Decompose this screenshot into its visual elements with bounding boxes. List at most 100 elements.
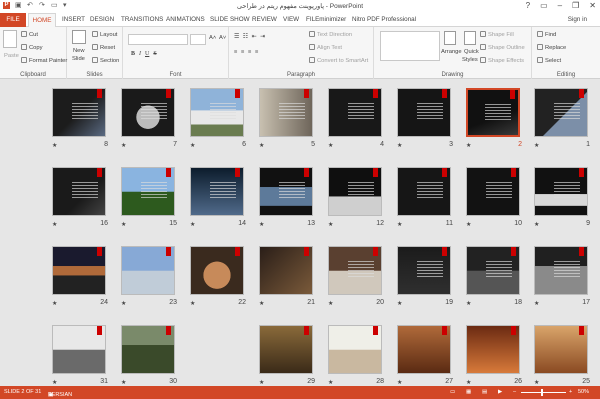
slide-sorter[interactable]: 1 ★ 2 ★ 3 ★ 4 ★ 5 ★ 6 ★ 7 ★ 8 ★ 9 ★ 10 ★ 11 ★ 12 ★ 13 ★ 14 ★ 15 ★ 16 ★ 1… (0, 80, 600, 386)
tab-animations[interactable]: ANIMATIONS (166, 16, 205, 23)
slide-thumbnail-14[interactable] (190, 167, 244, 216)
replace-button[interactable]: Replace (537, 44, 566, 51)
tab-file[interactable]: FILE (0, 13, 26, 27)
tab-view[interactable]: VIEW (283, 16, 299, 23)
select-button[interactable]: Select (537, 57, 561, 64)
zoom-in-button[interactable]: + (569, 389, 572, 395)
new-slide-icon[interactable] (72, 30, 86, 44)
tab-slideshow[interactable]: SLIDE SHOW (210, 16, 250, 23)
zoom-out-button[interactable]: – (513, 389, 516, 395)
ribbon: Paste Cut Copy Format Painter Clipboard … (0, 27, 600, 79)
slide-thumbnail-22[interactable] (190, 246, 244, 295)
slide-thumbnail-24[interactable] (52, 246, 106, 295)
slide-animation-star-icon: ★ (121, 380, 127, 386)
zoom-slider-handle[interactable] (541, 389, 543, 396)
slide-thumbnail-23[interactable] (121, 246, 175, 295)
find-button[interactable]: Find (537, 31, 556, 38)
normal-view-icon[interactable]: ▭ (450, 389, 455, 395)
slide-thumbnail-9[interactable] (534, 167, 588, 216)
shape-effects-button[interactable]: Shape Effects (480, 57, 524, 64)
grow-font-icon[interactable]: A˄ (209, 35, 216, 41)
zoom-slider-track[interactable] (521, 392, 566, 393)
slide-thumbnail-13[interactable] (259, 167, 313, 216)
tab-fileminimizer[interactable]: FILEminimizer (306, 16, 346, 23)
slide-thumbnail-5[interactable] (259, 88, 313, 137)
tab-nitro-pdf[interactable]: Nitro PDF Professional (352, 16, 416, 23)
new-slide-label[interactable]: New (73, 48, 85, 54)
slide-thumbnail-12[interactable] (328, 167, 382, 216)
tab-review[interactable]: REVIEW (252, 16, 277, 23)
slide-thumbnail-30[interactable] (121, 325, 175, 374)
slide-thumbnail-4[interactable] (328, 88, 382, 137)
tab-home[interactable]: HOME (28, 13, 56, 27)
slide-thumbnail-29[interactable] (259, 325, 313, 374)
slide-thumbnail-27[interactable] (397, 325, 451, 374)
tab-transitions[interactable]: TRANSITIONS (121, 16, 163, 23)
slide-thumbnail-26[interactable] (466, 325, 520, 374)
slide-thumbnail-17[interactable] (534, 246, 588, 295)
slide-thumbnail-21[interactable] (259, 246, 313, 295)
ribbon-display-icon[interactable]: ▭ (540, 1, 548, 10)
text-direction-icon (309, 31, 315, 37)
tab-design[interactable]: DESIGN (90, 16, 114, 23)
align-buttons-icon[interactable]: ≡ ≡ ≡ ≡ (234, 49, 259, 55)
sign-in-link[interactable]: Sign in (568, 16, 587, 23)
section-button[interactable]: Section (92, 57, 119, 64)
restore-button[interactable]: ❐ (572, 1, 579, 10)
reading-view-icon[interactable]: ▤ (482, 389, 487, 395)
slideshow-view-icon[interactable]: ▶ (498, 389, 502, 395)
slide-thumbnail-3[interactable] (397, 88, 451, 137)
italic-button[interactable]: I (139, 51, 141, 57)
font-name-input[interactable] (128, 34, 188, 45)
slide-thumbnail-11[interactable] (397, 167, 451, 216)
format-painter-button[interactable]: Format Painter (21, 57, 67, 64)
slide-thumbnail-20[interactable] (328, 246, 382, 295)
font-size-input[interactable] (190, 34, 206, 45)
slide-thumbnail-18[interactable] (466, 246, 520, 295)
paste-button[interactable]: Paste (4, 53, 19, 59)
minimize-button[interactable]: – (558, 1, 562, 10)
help-button[interactable]: ? (526, 1, 530, 10)
underline-button[interactable]: U (145, 51, 149, 57)
quick-styles-button-2[interactable]: Styles (462, 57, 478, 63)
slide-thumbnail-15[interactable] (121, 167, 175, 216)
paragraph-group: ☰ ☷ ⇤ ⇥ ≡ ≡ ≡ ≡ Text Direction Align Tex… (229, 27, 374, 79)
slide-thumbnail-2[interactable] (466, 88, 520, 137)
shapes-gallery[interactable] (380, 31, 440, 61)
slide-thumbnail-8[interactable] (52, 88, 106, 137)
scissors-icon (21, 31, 27, 37)
arrange-button[interactable]: Arrange (441, 49, 462, 55)
slide-thumbnail-28[interactable] (328, 325, 382, 374)
convert-smartart-button[interactable]: Convert to SmartArt (309, 57, 368, 64)
paste-icon[interactable] (3, 30, 17, 48)
tab-insert[interactable]: INSERT (62, 16, 85, 23)
strikethrough-button[interactable]: S (153, 51, 156, 57)
close-button[interactable]: ✕ (589, 1, 596, 10)
slide-thumbnail-25[interactable] (534, 325, 588, 374)
quick-styles-button[interactable]: Quick (464, 49, 479, 55)
new-slide-label-2[interactable]: Slide (72, 56, 85, 62)
slide-thumbnail-6[interactable] (190, 88, 244, 137)
shape-fill-button[interactable]: Shape Fill (480, 31, 514, 38)
bold-button[interactable]: B (131, 51, 135, 57)
slide-number-label: 10 (514, 220, 522, 227)
align-text-button[interactable]: Align Text (309, 44, 342, 51)
slide-thumbnail-1[interactable] (534, 88, 588, 137)
layout-button[interactable]: Layout (92, 31, 117, 38)
quick-styles-icon[interactable] (464, 31, 476, 45)
slide-thumbnail-16[interactable] (52, 167, 106, 216)
slide-thumbnail-19[interactable] (397, 246, 451, 295)
slide-sorter-view-icon[interactable]: ▦ (466, 389, 471, 395)
copy-button[interactable]: Copy (21, 44, 43, 51)
list-buttons-icon[interactable]: ☰ ☷ ⇤ ⇥ (234, 34, 266, 40)
shrink-font-icon[interactable]: A˅ (219, 35, 226, 41)
text-direction-button[interactable]: Text Direction (309, 31, 352, 38)
slide-thumbnail-7[interactable] (121, 88, 175, 137)
reset-button[interactable]: Reset (92, 44, 115, 51)
cut-button[interactable]: Cut (21, 31, 38, 38)
zoom-level[interactable]: 50% (578, 389, 589, 395)
arrange-icon[interactable] (444, 31, 456, 45)
slide-thumbnail-10[interactable] (466, 167, 520, 216)
slide-thumbnail-31[interactable] (52, 325, 106, 374)
shape-outline-button[interactable]: Shape Outline (480, 44, 525, 51)
